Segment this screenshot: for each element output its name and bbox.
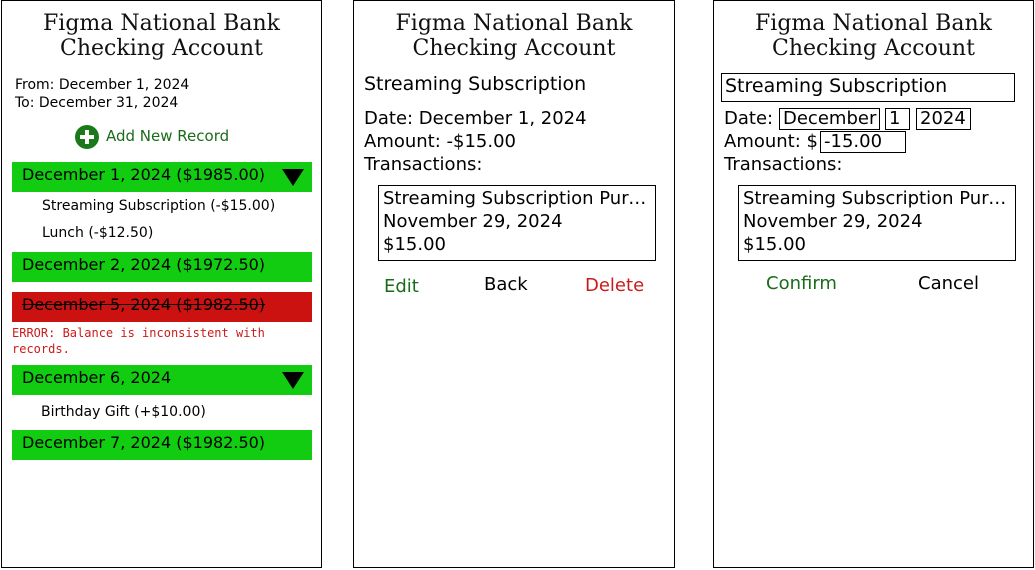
record-detail-screen: Figma National Bank Checking Account Str… [353, 0, 675, 568]
month-input[interactable]: December [779, 108, 880, 130]
day-input[interactable]: 1 [885, 108, 910, 130]
transaction-date: November 29, 2024 [383, 211, 563, 232]
transaction-card[interactable]: Streaming Subscription Purchase November… [738, 185, 1016, 261]
transaction-card[interactable]: Streaming Subscription Purchase November… [378, 185, 656, 261]
account-name: Checking Account [772, 36, 975, 61]
amount-input[interactable]: -15.00 [820, 131, 906, 153]
record-date: Date: December 1, 2024 [364, 108, 587, 129]
bank-name: Figma National Bank [43, 11, 280, 36]
transaction-amount: $15.00 [743, 234, 806, 255]
edit-button[interactable]: Edit [384, 276, 419, 297]
screen-title: Figma National Bank Checking Account [2, 11, 321, 61]
record-amount: Amount: -$15.00 [364, 131, 516, 152]
transaction-date: November 29, 2024 [743, 211, 923, 232]
delete-button[interactable]: Delete [585, 275, 644, 296]
bank-name: Figma National Bank [755, 11, 992, 36]
year-input[interactable]: 2024 [916, 108, 971, 130]
add-new-record-button[interactable]: Add New Record [75, 125, 235, 151]
record-name: Streaming Subscription [364, 73, 587, 95]
date-range-to: To: December 31, 2024 [15, 95, 179, 111]
date-label: Date: [724, 108, 774, 129]
day-row-dec-5[interactable]: December 5, 2024 ($1982.50) [12, 292, 312, 322]
record-name-input[interactable]: Streaming Subscription [721, 73, 1015, 102]
account-name: Checking Account [60, 36, 263, 61]
transaction-item[interactable]: Birthday Gift (+$10.00) [41, 404, 206, 420]
day-row-label: December 6, 2024 [22, 368, 172, 387]
transaction-item[interactable]: Streaming Subscription (-$15.00) [42, 198, 275, 214]
screen-title: Figma National Bank Checking Account [354, 11, 674, 61]
confirm-button[interactable]: Confirm [766, 273, 837, 294]
day-row-dec-1[interactable]: December 1, 2024 ($1985.00) [12, 162, 312, 192]
day-row-dec-6[interactable]: December 6, 2024 [12, 365, 312, 395]
edit-record-screen: Figma National Bank Checking Account Str… [713, 0, 1034, 568]
bank-name: Figma National Bank [395, 11, 633, 36]
back-button[interactable]: Back [484, 274, 528, 295]
records-list-screen: Figma National Bank Checking Account Fro… [1, 0, 322, 568]
day-row-dec-2[interactable]: December 2, 2024 ($1972.50) [12, 252, 312, 282]
account-name: Checking Account [412, 36, 616, 61]
transaction-item[interactable]: Lunch (-$12.50) [42, 225, 153, 241]
screen-title: Figma National Bank Checking Account [714, 11, 1033, 61]
balance-error-message: ERROR: Balance is inconsistent with reco… [12, 326, 265, 356]
day-row-label: December 7, 2024 ($1982.50) [22, 433, 266, 452]
transaction-amount: $15.00 [383, 234, 446, 255]
day-row-label: December 1, 2024 ($1985.00) [22, 165, 266, 184]
cancel-button[interactable]: Cancel [918, 273, 979, 294]
caret-down-icon[interactable] [282, 372, 304, 389]
caret-down-icon[interactable] [282, 169, 304, 186]
amount-label: Amount: $ [724, 131, 818, 152]
day-row-dec-7[interactable]: December 7, 2024 ($1982.50) [12, 430, 312, 460]
day-row-label: December 2, 2024 ($1972.50) [22, 255, 266, 274]
transactions-label: Transactions: [364, 154, 483, 175]
add-new-record-label: Add New Record [106, 127, 230, 145]
add-circle-icon [75, 125, 99, 149]
date-range-from: From: December 1, 2024 [15, 77, 190, 93]
transaction-title: Streaming Subscription Purchase [383, 188, 655, 209]
transactions-label: Transactions: [724, 154, 843, 175]
transaction-title: Streaming Subscription Purchase [743, 188, 1015, 209]
day-row-label: December 5, 2024 ($1982.50) [22, 295, 266, 314]
